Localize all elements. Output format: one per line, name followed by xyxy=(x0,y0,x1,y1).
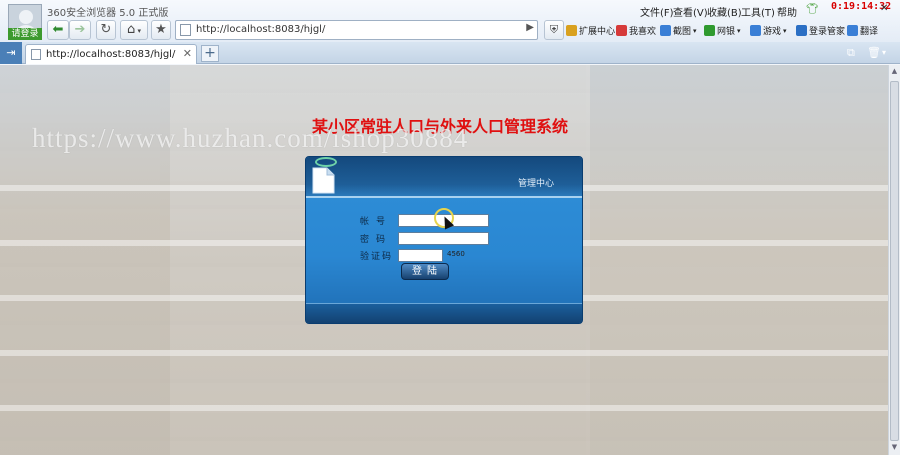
page-icon xyxy=(31,49,41,60)
close-icon: ✕ xyxy=(880,3,889,14)
scissors-icon xyxy=(660,25,671,36)
menu-view[interactable]: 查看(V) xyxy=(673,4,708,19)
tab-close-button[interactable]: ✕ xyxy=(183,47,192,60)
gamepad-icon xyxy=(750,25,761,36)
go-button[interactable]: ▶ xyxy=(526,22,534,33)
tab-bar: ⇥ http://localhost:8083/hjgl/ ✕ + ⧉ 🗑︎ ▾ xyxy=(0,42,900,64)
plus-icon: + xyxy=(204,45,216,61)
refresh-button[interactable]: ↻ xyxy=(96,20,116,40)
address-input[interactable]: http://localhost:8083/hjgl/ xyxy=(196,24,325,35)
toolbar-translate[interactable]: 翻译 xyxy=(847,24,878,37)
scrollbar-thumb[interactable] xyxy=(890,81,899,441)
bank-icon xyxy=(704,25,715,36)
watermark-text: https://www.huzhan.com/ishop30884 xyxy=(32,123,469,153)
tshirt-icon: 👕︎ xyxy=(806,4,819,15)
play-icon: ▶ xyxy=(526,22,534,33)
toolbar-games[interactable]: 游戏 ▾ xyxy=(750,24,787,37)
password-label: 密码 xyxy=(360,235,393,245)
background-shelf xyxy=(0,350,888,356)
close-window-button[interactable]: ✕ xyxy=(880,3,888,14)
back-arrow-icon: ⬅ xyxy=(52,22,64,37)
shield-icon: ⛨ xyxy=(549,23,559,36)
login-panel-footer xyxy=(306,303,582,323)
restore-tabs-button[interactable]: ⧉ xyxy=(847,46,855,60)
refresh-icon: ↻ xyxy=(100,22,112,37)
menu-file[interactable]: 文件(F) xyxy=(640,4,674,19)
login-button[interactable]: 登陆 xyxy=(401,263,449,280)
toolbar-login-manager[interactable]: 登录管家 xyxy=(796,24,845,37)
toolbar-label: 截图 xyxy=(673,27,692,37)
captcha-code[interactable]: 4560 xyxy=(447,250,465,258)
toolbar-screenshot[interactable]: 截图 ▾ xyxy=(660,24,697,37)
forward-arrow-icon: ➔ xyxy=(74,22,86,37)
tab-hjgl[interactable]: http://localhost:8083/hjgl/ ✕ xyxy=(25,44,197,64)
page-viewport: 某小区常驻人口与外来人口管理系统 https://www.huzhan.com/… xyxy=(0,65,888,455)
captcha-input[interactable] xyxy=(398,249,443,262)
panel-title: 管理中心 xyxy=(518,179,555,189)
toolbar-likes[interactable]: 我喜欢 xyxy=(616,24,656,37)
chevron-down-icon: ▾ xyxy=(882,48,887,57)
browser-titlebar: 请登录 360安全浏览器 5.0 正式版 ⬅ ➔ ↻ ⌂ ▾ ★ http://… xyxy=(0,0,900,42)
close-icon: ✕ xyxy=(182,47,192,60)
address-bar[interactable]: http://localhost:8083/hjgl/ ▶ xyxy=(175,20,538,40)
chevron-down-icon: ▾ xyxy=(783,26,787,35)
new-tab-button[interactable]: + xyxy=(201,45,219,62)
account-label: 帐号 xyxy=(360,217,393,227)
home-button[interactable]: ⌂ ▾ xyxy=(120,20,148,40)
chevron-down-icon: ▾ xyxy=(737,26,741,35)
login-badge[interactable]: 请登录 xyxy=(8,28,42,40)
toolbar-label: 翻译 xyxy=(860,27,879,37)
scroll-down-arrow-icon[interactable]: ▼ xyxy=(890,443,899,455)
sidebar-icon: ⇥ xyxy=(6,46,16,59)
tab-title: http://localhost:8083/hjgl/ xyxy=(46,49,176,60)
chevron-down-icon: ▾ xyxy=(135,27,141,35)
menu-tools[interactable]: 工具(T) xyxy=(741,4,775,19)
vertical-scrollbar[interactable]: ▲ ▼ xyxy=(888,65,900,455)
toolbar-banking[interactable]: 网银 ▾ xyxy=(704,24,741,37)
back-button[interactable]: ⬅ xyxy=(47,20,69,40)
favorite-button[interactable]: ★ xyxy=(151,20,171,40)
scroll-up-arrow-icon[interactable]: ▲ xyxy=(890,67,899,79)
toolbar-label: 我喜欢 xyxy=(629,27,657,37)
menu-favorites[interactable]: 收藏(B) xyxy=(707,4,742,19)
app-title: 360安全浏览器 5.0 正式版 xyxy=(47,8,169,19)
trash-menu-button[interactable]: ▾ xyxy=(882,48,886,57)
toolbar-label: 登录管家 xyxy=(809,27,846,37)
background-photo-right xyxy=(590,65,888,455)
heart-icon xyxy=(616,25,627,36)
login-panel: 管理中心 帐号 密码 验证码 4560 登陆 xyxy=(305,156,583,324)
menu-help[interactable]: 帮助 xyxy=(777,4,797,19)
background-shelf xyxy=(0,405,888,411)
windows-icon: ⧉ xyxy=(847,46,855,59)
page-icon xyxy=(180,24,191,36)
toolbar-label: 游戏 xyxy=(763,27,782,37)
captcha-label: 验证码 xyxy=(360,252,394,262)
chevron-down-icon: ▾ xyxy=(693,26,697,35)
puzzle-icon xyxy=(566,25,577,36)
security-shield-button[interactable]: ⛨ xyxy=(544,20,564,40)
trash-icon: 🗑︎ xyxy=(867,46,881,59)
toolbar-label: 扩展中心 xyxy=(579,27,616,37)
sidebar-toggle-button[interactable]: ⇥ xyxy=(0,42,22,64)
toolbar-label: 网银 xyxy=(717,27,736,37)
key-icon xyxy=(796,25,807,36)
password-input[interactable] xyxy=(398,232,489,245)
forward-button[interactable]: ➔ xyxy=(69,20,91,40)
home-icon: ⌂ xyxy=(126,22,136,37)
star-icon: ★ xyxy=(155,22,167,37)
skin-button[interactable]: 👕︎ xyxy=(806,4,819,15)
translate-icon xyxy=(847,25,858,36)
avatar-head-shape xyxy=(19,10,33,24)
login-panel-header: 管理中心 xyxy=(306,157,582,198)
document-icon xyxy=(312,167,335,194)
toolbar-extensions[interactable]: 扩展中心 xyxy=(566,24,615,37)
trash-button[interactable]: 🗑︎ xyxy=(867,46,881,59)
